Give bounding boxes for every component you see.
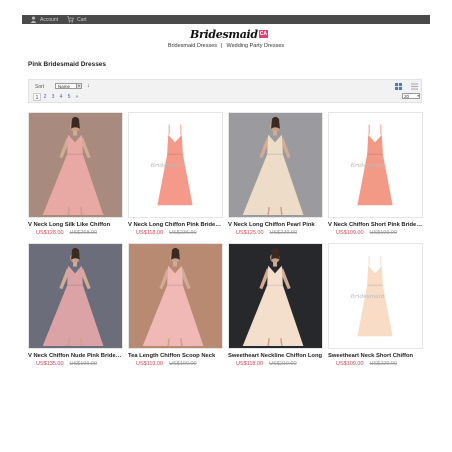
product-old-price: US$199.00 xyxy=(369,230,398,236)
user-icon xyxy=(30,16,37,23)
grid-view-icon[interactable] xyxy=(395,83,402,90)
page-link[interactable]: 5 xyxy=(65,93,73,101)
product-price: US$118.00 xyxy=(236,361,264,367)
cart-link[interactable]: Cart xyxy=(67,16,87,23)
product-image[interactable]: Bridesmaid xyxy=(328,112,423,218)
sort-label: Sort xyxy=(35,84,45,90)
product-prices: US$135.00 US$199.00 xyxy=(28,361,123,367)
sort-direction-icon[interactable]: ↓ xyxy=(87,83,90,89)
product-old-price: US$229.00 xyxy=(369,361,398,367)
product-prices: US$109.00 US$199.00 xyxy=(328,230,423,236)
product-name[interactable]: V Neck Long Chiffon Pink Bridesmaid xyxy=(128,222,223,228)
product-prices: US$128.00 US$268.00 xyxy=(28,230,123,236)
svg-text:Bridesmaid: Bridesmaid xyxy=(150,163,185,169)
product-old-price: US$219.00 xyxy=(269,361,297,367)
product-old-price: US$190.00 xyxy=(169,361,197,367)
product-old-price: US$268.00 xyxy=(69,230,98,236)
limit-select[interactable]: 20 ▾ xyxy=(402,93,420,99)
product-price: US$135.00 xyxy=(36,361,64,367)
product-price: US$128.00 xyxy=(36,230,64,236)
product-image[interactable] xyxy=(228,112,323,218)
logo-badge: CA xyxy=(258,30,269,38)
product-price: US$119.00 xyxy=(136,361,164,367)
product-card[interactable]: V Neck Long Silk Like Chiffon US$128.00 US… xyxy=(28,112,123,236)
sort-value: Name xyxy=(58,84,71,89)
site-logo[interactable]: Bridesmaid CA xyxy=(190,27,269,41)
product-name[interactable]: Tea Length Chiffon Scoop Neck xyxy=(128,353,223,359)
limit-value: 20 xyxy=(404,94,410,99)
product-image[interactable] xyxy=(28,112,123,218)
product-card[interactable]: Bridesmaid V Neck Long Chiffon Pink Bride… xyxy=(128,112,223,236)
product-card[interactable]: V Neck Long Chiffon Pearl Pink US$125.00 U… xyxy=(228,112,323,236)
chevron-down-icon: ▾ xyxy=(76,84,81,88)
product-prices: US$109.00 US$229.00 xyxy=(328,361,423,367)
product-card[interactable]: V Neck Chiffon Nude Pink Bridesmaid US$13… xyxy=(28,243,123,367)
product-old-price: US$236.00 xyxy=(169,230,197,236)
list-view-icon[interactable] xyxy=(411,83,418,90)
svg-text:Bridesmaid: Bridesmaid xyxy=(350,163,385,169)
product-image[interactable]: Bridesmaid xyxy=(128,112,223,218)
sub-navigation: Bridesmaid Dresses | Wedding Party Dresses xyxy=(0,43,452,49)
top-bar: Account Cart xyxy=(22,15,430,24)
product-name[interactable]: V Neck Long Chiffon Pearl Pink xyxy=(228,222,323,228)
product-card[interactable]: Tea Length Chiffon Scoop Neck US$119.00 US… xyxy=(128,243,223,367)
product-image[interactable] xyxy=(28,243,123,349)
product-price: US$125.00 xyxy=(236,230,264,236)
next-page-link[interactable]: » xyxy=(73,93,81,101)
sort-select[interactable]: Name ▾ xyxy=(55,83,82,89)
cart-icon xyxy=(67,16,74,23)
account-label: Account xyxy=(40,16,59,23)
product-name[interactable]: V Neck Long Silk Like Chiffon xyxy=(28,222,123,228)
product-card[interactable]: Sweetheart Neckline Chiffon Long US$118.0… xyxy=(228,243,323,367)
product-price: US$118.00 xyxy=(136,230,164,236)
product-image[interactable] xyxy=(128,243,223,349)
cart-label: Cart xyxy=(77,16,87,23)
product-prices: US$118.00 US$236.00 xyxy=(128,230,223,236)
nav-wedding-party-dresses[interactable]: Wedding Party Dresses xyxy=(226,43,284,49)
page-link[interactable]: 1 xyxy=(33,93,41,101)
product-prices: US$119.00 US$190.00 xyxy=(128,361,223,367)
product-image[interactable] xyxy=(228,243,323,349)
nav-separator: | xyxy=(221,43,223,49)
product-name[interactable]: Sweetheart Neck Short Chiffon xyxy=(328,353,423,359)
product-prices: US$125.00 US$229.00 xyxy=(228,230,323,236)
product-name[interactable]: V Neck Chiffon Nude Pink Bridesmaid xyxy=(28,353,123,359)
product-name[interactable]: Sweetheart Neckline Chiffon Long xyxy=(228,353,323,359)
product-card[interactable]: Bridesmaid Sweetheart Neck Short Chiffon U… xyxy=(328,243,423,367)
product-card[interactable]: Bridesmaid V Neck Chiffon Short Pink Brid… xyxy=(328,112,423,236)
product-prices: US$118.00 US$219.00 xyxy=(228,361,323,367)
product-old-price: US$229.00 xyxy=(269,230,298,236)
page-link[interactable]: 2 xyxy=(41,93,49,101)
svg-text:Bridesmaid: Bridesmaid xyxy=(350,294,385,300)
account-link[interactable]: Account xyxy=(30,16,58,23)
product-image[interactable]: Bridesmaid xyxy=(328,243,423,349)
product-old-price: US$199.00 xyxy=(69,361,98,367)
page-title: Pink Bridesmaid Dresses xyxy=(28,61,107,68)
product-name[interactable]: V Neck Chiffon Short Pink Bridesmaid xyxy=(328,222,423,228)
pagination: 1 2 3 4 5» xyxy=(33,93,81,101)
page-link[interactable]: 3 xyxy=(49,93,57,101)
product-price: US$109.00 xyxy=(336,361,364,367)
chevron-down-icon: ▾ xyxy=(417,94,419,98)
listing-toolbar: Sort Name ▾ ↓ 1 2 3 4 5» 20 ▾ xyxy=(28,79,422,103)
page-link[interactable]: 4 xyxy=(57,93,65,101)
nav-bridesmaid-dresses[interactable]: Bridesmaid Dresses xyxy=(168,43,217,49)
product-price: US$109.00 xyxy=(336,230,364,236)
logo-text: Bridesmaid xyxy=(190,27,258,41)
